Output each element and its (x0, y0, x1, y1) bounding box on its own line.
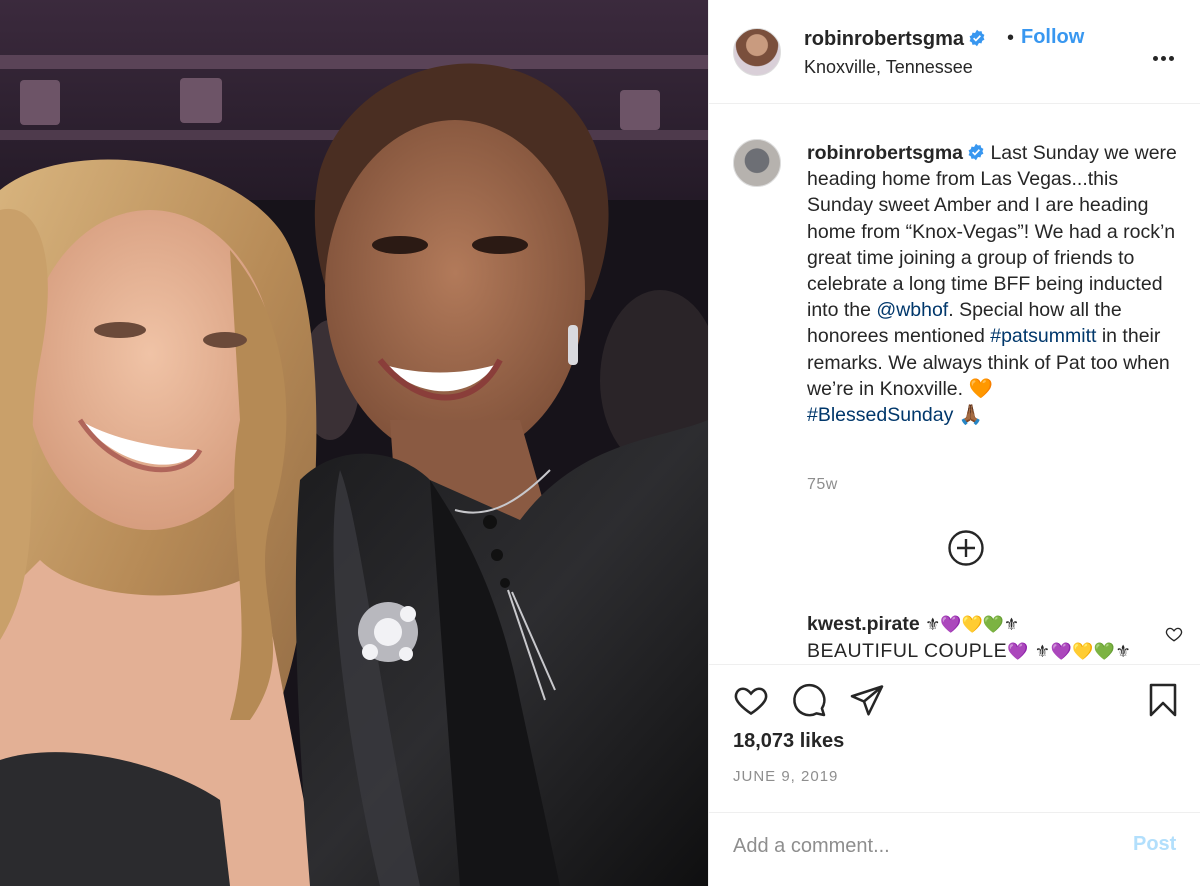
commenter-avatar[interactable] (733, 139, 781, 187)
hashtag-link[interactable]: #BlessedSunday (807, 404, 953, 426)
author-username-line: robinrobertsgma (804, 28, 986, 51)
comment-text-emoji: 💜 ⚜💜💛💚⚜ (1007, 642, 1132, 662)
plus-circle-icon[interactable] (947, 529, 985, 567)
comment-text-line: BEAUTIFUL COUPLE💜 ⚜💜💛💚⚜ (807, 640, 1131, 663)
paper-plane-icon[interactable] (849, 682, 885, 718)
post-location[interactable]: Knoxville, Tennessee (804, 57, 973, 78)
comment-like-heart-icon[interactable] (1165, 625, 1183, 643)
comment-username-line: kwest.pirate ⚜💜💛💚⚜ (807, 613, 1019, 636)
post-comment-button[interactable]: Post (1133, 833, 1176, 856)
verified-badge-icon (968, 143, 984, 161)
separator-dot: • (1007, 27, 1015, 49)
caption-text-1: Last Sunday we were heading home from La… (807, 142, 1177, 322)
comment-input[interactable] (733, 831, 1113, 861)
caption-text-4: 🙏🏾 (953, 404, 984, 427)
comment-text: BEAUTIFUL COUPLE (807, 640, 1008, 662)
heart-icon[interactable] (733, 682, 769, 718)
hashtag-link[interactable]: #patsummitt (990, 325, 1096, 347)
caption-time-ago[interactable]: 75w (807, 476, 838, 494)
verified-badge-icon (969, 29, 985, 47)
author-avatar[interactable] (733, 28, 781, 76)
comments-scroll-area[interactable]: robinrobertsgma Last Sunday we were head… (709, 105, 1200, 665)
post-header: robinrobertsgma • Follow Knoxville, Tenn… (709, 0, 1200, 104)
selfie-illustration (0, 0, 708, 886)
author-username[interactable]: robinrobertsgma (804, 28, 964, 50)
post-date[interactable]: JUNE 9, 2019 (733, 768, 838, 785)
follow-button[interactable]: Follow (1021, 26, 1084, 49)
post-detail-panel: robinrobertsgma • Follow Knoxville, Tenn… (708, 0, 1200, 886)
post-photo[interactable] (0, 0, 708, 886)
caption-username[interactable]: robinrobertsgma (807, 142, 963, 164)
more-options-icon[interactable] (1153, 48, 1177, 61)
mention-link[interactable]: @wbhof (876, 299, 948, 321)
post-actions: 18,073 likes JUNE 9, 2019 (709, 666, 1200, 816)
likes-count[interactable]: 18,073 likes (733, 730, 844, 753)
bookmark-icon[interactable] (1145, 682, 1181, 718)
post-caption: robinrobertsgma Last Sunday we were head… (807, 140, 1187, 428)
add-comment-bar: Post (709, 812, 1200, 886)
comment-username[interactable]: kwest.pirate (807, 613, 920, 635)
comment-bubble-icon[interactable] (791, 682, 827, 718)
comment-username-emoji: ⚜💜💛💚⚜ (919, 615, 1020, 635)
